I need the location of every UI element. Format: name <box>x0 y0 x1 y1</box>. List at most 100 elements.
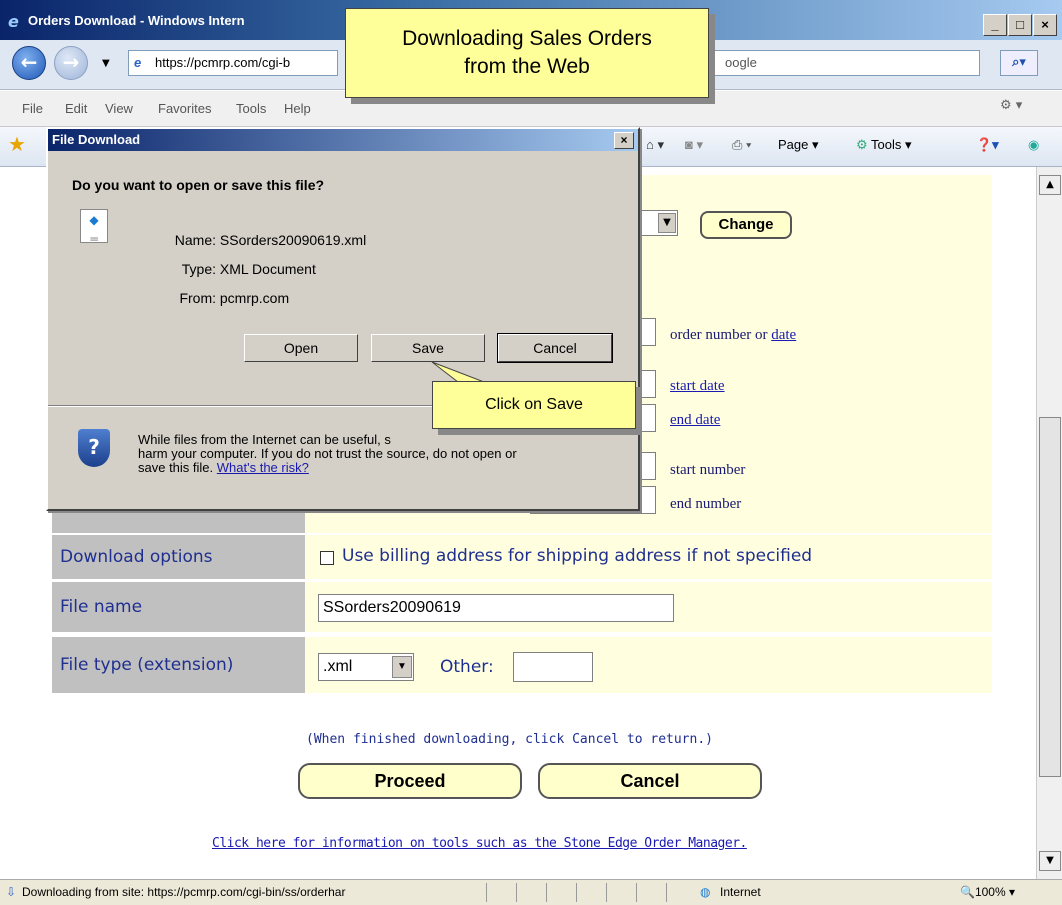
file-type-label: File type (extension) <box>52 637 305 693</box>
dialog-save-label: Save <box>412 340 444 356</box>
history-dropdown-icon[interactable]: ▼ <box>102 58 110 69</box>
status-divider <box>486 883 692 902</box>
menu-view[interactable]: View <box>105 101 133 116</box>
scroll-up-button[interactable]: ▲ <box>1039 175 1061 195</box>
save-callout: Click on Save <box>432 381 636 429</box>
internet-zone-icon: ◍ <box>700 885 711 899</box>
forward-button[interactable]: → <box>54 46 88 80</box>
page-menu-label: Page <box>778 137 809 152</box>
dialog-cancel-button[interactable]: Cancel <box>497 333 613 363</box>
tools-info-link[interactable]: Click here for information on tools such… <box>212 836 747 851</box>
name-value: SSorders20090619.xml <box>219 232 367 248</box>
scroll-down-button[interactable]: ▼ <box>1039 851 1061 871</box>
menu-edit[interactable]: Edit <box>65 101 87 116</box>
title-callout-line2: from the Web <box>464 55 590 78</box>
billing-checkbox[interactable] <box>320 551 334 565</box>
xml-file-icon: ◆ ≡ <box>80 209 108 246</box>
form-cancel-button-label: Cancel <box>620 771 680 791</box>
file-name-input[interactable]: SSorders20090619 <box>318 594 674 622</box>
page-menu[interactable]: Page ▾ <box>778 137 819 153</box>
dialog-close-button[interactable]: × <box>614 132 634 149</box>
tools-gear-icon: ⚙ <box>856 137 868 152</box>
file-download-dialog: File Download × Do you want to open or s… <box>46 127 640 511</box>
dialog-cancel-label: Cancel <box>533 340 577 356</box>
order-number-label: order number or date <box>670 327 796 344</box>
favorites-star-icon[interactable]: ★ <box>8 132 26 156</box>
file-name-value: SSorders20090619 <box>323 599 461 616</box>
store-select-arrow-icon[interactable]: ▼ <box>658 213 676 233</box>
tools-menu-label: Tools <box>871 137 902 152</box>
dialog-question: Do you want to open or save this file? <box>72 177 325 193</box>
file-name-detail: Name: SSorders20090619.xml <box>168 226 366 255</box>
other-label: Other: <box>440 657 494 677</box>
dialog-open-button[interactable]: Open <box>244 334 358 362</box>
compat-icon[interactable]: ⚙ ▾ <box>1000 98 1022 113</box>
order-number-or-text: order number or <box>670 327 768 343</box>
file-details: Name: SSorders20090619.xml Type: XML Doc… <box>168 226 366 313</box>
search-text: oogle <box>725 55 757 70</box>
download-icon: ⇩ <box>6 885 17 899</box>
help-icon[interactable]: ❓▾ <box>976 137 999 153</box>
date-link[interactable]: date <box>771 327 796 343</box>
maximize-button[interactable]: □ <box>1008 14 1032 36</box>
vertical-scrollbar[interactable]: ▲ ▼ <box>1036 167 1062 879</box>
print-icon[interactable]: ⎙ ▾ <box>732 137 751 153</box>
scroll-thumb[interactable] <box>1039 417 1061 777</box>
type-label: Type: <box>181 261 216 277</box>
from-label: From: <box>179 290 216 306</box>
zoom-value: 100% <box>974 885 1006 899</box>
menu-help[interactable]: Help <box>284 101 311 116</box>
start-date-link[interactable]: start date <box>670 378 725 395</box>
download-options-label: Download options <box>52 535 305 579</box>
change-button[interactable]: Change <box>700 211 792 239</box>
dialog-warning: While files from the Internet can be use… <box>138 433 618 475</box>
dialog-save-button[interactable]: Save <box>371 334 485 362</box>
finished-note: (When finished downloading, click Cancel… <box>306 732 713 747</box>
menu-favorites[interactable]: Favorites <box>158 101 211 116</box>
end-number-label: end number <box>670 496 742 512</box>
home-icon[interactable]: ⌂ ▾ <box>646 137 664 153</box>
warning-line2: harm your computer. If you do not trust … <box>138 446 517 461</box>
address-bar[interactable]: e https://pcmrp.com/cgi-b <box>128 50 338 76</box>
security-zone: Internet <box>720 885 761 899</box>
shield-icon: ? <box>78 429 110 467</box>
ie-logo-icon: e <box>8 12 19 31</box>
title-callout: Downloading Sales Orders from the Web <box>345 8 709 98</box>
file-from-detail: From: pcmrp.com <box>168 284 366 313</box>
address-url: https://pcmrp.com/cgi-b <box>155 55 291 70</box>
close-button[interactable]: × <box>1033 14 1057 36</box>
search-input[interactable]: oogle <box>712 50 980 76</box>
from-value: pcmrp.com <box>219 290 290 306</box>
zoom-level[interactable]: 🔍100% ▾ <box>960 880 1015 904</box>
proceed-button-label: Proceed <box>374 771 446 791</box>
menu-tools[interactable]: Tools <box>236 101 266 116</box>
file-type-detail: Type: XML Document <box>168 255 366 284</box>
minimize-button[interactable]: _ <box>983 14 1007 36</box>
research-icon[interactable]: ◉ <box>1028 137 1039 153</box>
page-icon: e <box>134 55 142 70</box>
tools-menu[interactable]: ⚙ Tools ▾ <box>856 137 912 153</box>
file-name-label: File name <box>52 582 305 632</box>
menu-file[interactable]: File <box>22 101 43 116</box>
proceed-button[interactable]: Proceed <box>298 763 522 799</box>
start-number-label: start number <box>670 462 746 478</box>
end-date-link[interactable]: end date <box>670 412 720 429</box>
name-label: Name: <box>174 232 216 248</box>
file-type-arrow-icon[interactable]: ▼ <box>392 656 412 678</box>
form-cancel-button[interactable]: Cancel <box>538 763 762 799</box>
status-text: Downloading from site: https://pcmrp.com… <box>22 885 346 899</box>
search-button[interactable]: ⌕▾ <box>1000 50 1038 76</box>
type-value: XML Document <box>219 261 316 277</box>
back-button[interactable]: ← <box>12 46 46 80</box>
warning-line1: While files from the Internet can be use… <box>138 432 391 447</box>
dialog-title: File Download <box>48 129 638 151</box>
dialog-open-label: Open <box>283 340 319 356</box>
file-type-select[interactable]: .xml ▼ <box>318 653 414 681</box>
warning-line3: save this file. What's the risk? <box>138 461 618 475</box>
window-title: Orders Download - Windows Intern <box>28 13 245 28</box>
other-extension-input[interactable] <box>513 652 593 682</box>
risk-link[interactable]: What's the risk? <box>217 460 309 475</box>
change-button-label: Change <box>718 216 774 233</box>
file-type-value: .xml <box>323 658 353 675</box>
feeds-icon[interactable]: ◙ ▾ <box>685 137 703 153</box>
